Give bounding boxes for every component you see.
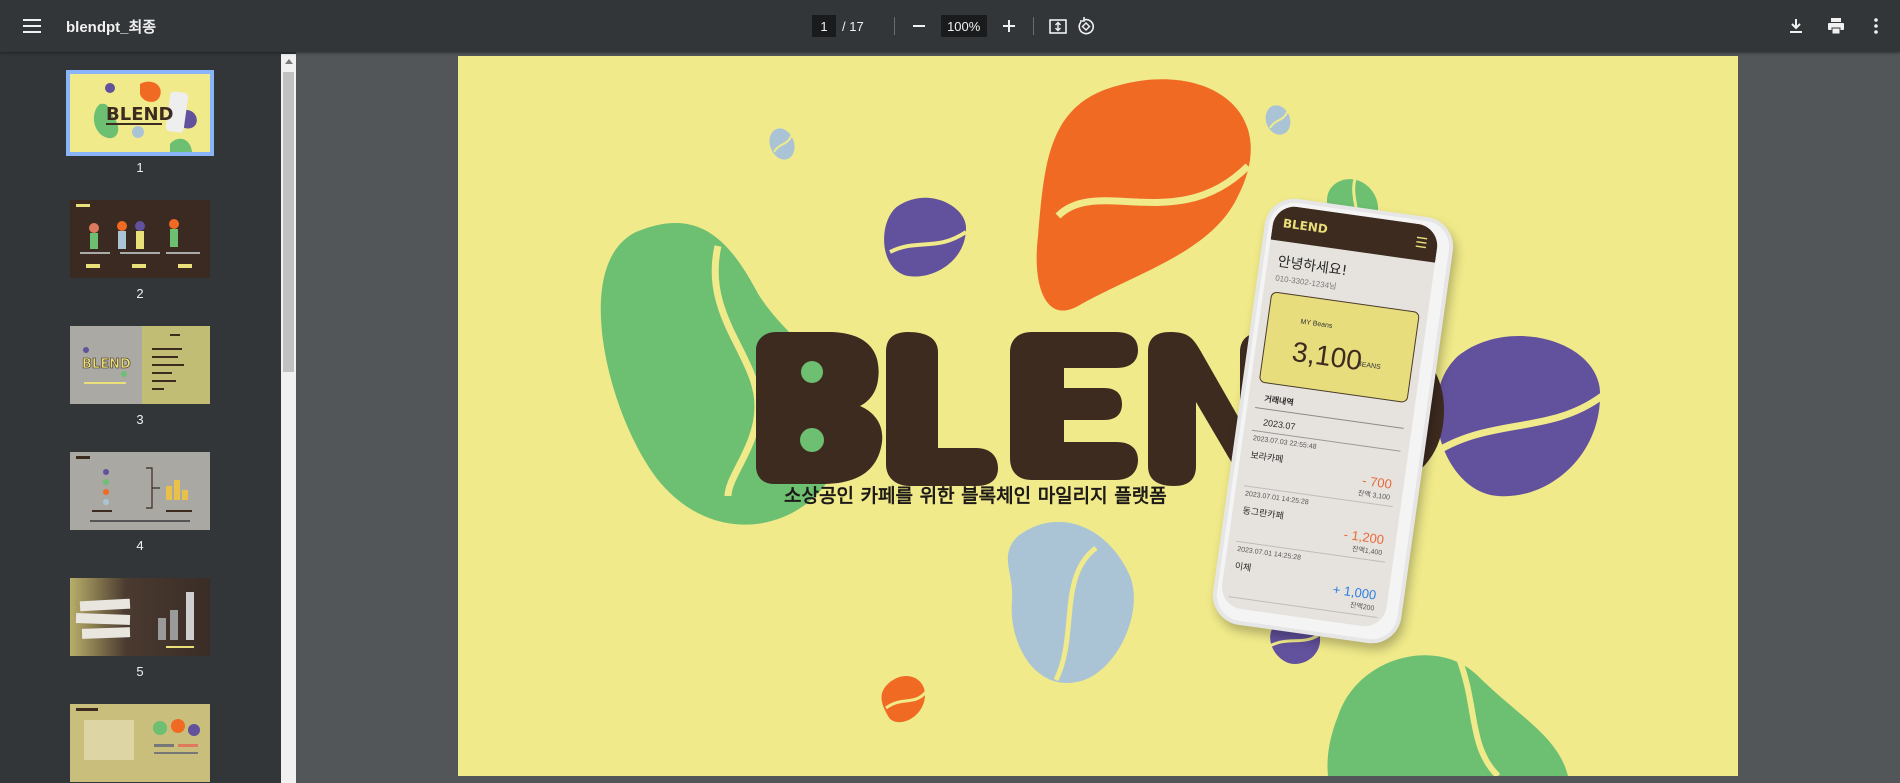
thumbnail-sidebar: BLEND 1 2 BLEND 3 4 5: [0, 52, 296, 783]
fit-page-icon[interactable]: [1044, 12, 1072, 40]
thumbnail-page-6[interactable]: 6: [70, 704, 210, 783]
thumbnail-page-1[interactable]: BLEND 1: [66, 70, 214, 175]
tx-balance: 잔액200: [1349, 602, 1375, 613]
divider: [1032, 17, 1034, 35]
thumbnail-image: [70, 452, 210, 530]
scroll-up-arrow-icon[interactable]: [281, 54, 296, 68]
purple-bean-icon: [1428, 335, 1605, 497]
slide-artwork: [600, 79, 1605, 776]
green-bean-icon: [1327, 654, 1568, 776]
svg-text:BLEND: BLEND: [82, 357, 131, 372]
zoom-input[interactable]: [940, 15, 987, 37]
pdf-page: 소상공인 카페를 위한 블록체인 마일리지 플랫폼 BLEND ☰ 안녕하세요!…: [458, 56, 1738, 776]
pdf-toolbar: blendpt_최종 / 17: [0, 0, 1900, 52]
zoom-out-icon[interactable]: [905, 12, 933, 40]
sidebar-scrollbar[interactable]: [281, 54, 296, 783]
more-options-icon[interactable]: [1862, 12, 1890, 40]
page-number-input[interactable]: [812, 15, 836, 37]
thumbnail-page-4[interactable]: 4: [70, 452, 210, 553]
thumbnail-image: BLEND: [66, 70, 214, 156]
app-logo: BLEND: [1282, 216, 1329, 237]
zoom-in-icon[interactable]: [995, 12, 1023, 40]
blue-bean-icon: [1007, 521, 1134, 684]
download-icon[interactable]: [1782, 12, 1810, 40]
blue-bean-icon: [769, 128, 795, 160]
print-icon[interactable]: [1822, 12, 1850, 40]
thumbnail-image: [70, 704, 210, 782]
thumbnail-number: 1: [136, 160, 144, 175]
page-total: / 17: [842, 18, 864, 34]
svg-text:BLEND: BLEND: [106, 104, 174, 125]
thumbnail-page-2[interactable]: 2: [70, 200, 210, 301]
thumbnail-number: 2: [136, 286, 144, 301]
menu-icon[interactable]: [20, 14, 44, 38]
orange-bean-icon: [881, 675, 928, 723]
divider: [893, 17, 895, 35]
hamburger-icon: ☰: [1414, 233, 1429, 251]
thumbnail-image: BLEND: [70, 326, 210, 404]
thumbnail-page-3[interactable]: BLEND 3: [70, 326, 210, 427]
thumbnail-number: 4: [136, 538, 144, 553]
card-label: MY Beans: [1299, 318, 1333, 330]
thumbnail-page-5[interactable]: 5: [70, 578, 210, 679]
toolbar-actions: [1782, 12, 1890, 40]
rotate-icon[interactable]: [1072, 12, 1100, 40]
card-amount: 3,100: [1290, 335, 1364, 377]
thumbnail-image: [70, 578, 210, 656]
blue-bean-icon: [1265, 105, 1291, 135]
document-title: blendpt_최종: [66, 19, 157, 36]
purple-bean-icon: [884, 197, 968, 277]
thumbnail-image: [70, 200, 210, 278]
beans-card: MY Beans 3,100 BEANS: [1258, 291, 1421, 404]
orange-bean-icon: [1036, 79, 1251, 311]
thumbnail-list: BLEND 1 2 BLEND 3 4 5: [0, 52, 280, 783]
slide-subtitle: 소상공인 카페를 위한 블록체인 마일리지 플랫폼: [784, 485, 1167, 507]
pdf-viewer: 소상공인 카페를 위한 블록체인 마일리지 플랫폼 BLEND ☰ 안녕하세요!…: [296, 52, 1900, 783]
thumbnail-number: 3: [136, 412, 144, 427]
page-zoom-controls: / 17: [812, 13, 1100, 39]
thumbnail-number: 5: [136, 664, 144, 679]
scrollbar-thumb[interactable]: [283, 72, 294, 372]
